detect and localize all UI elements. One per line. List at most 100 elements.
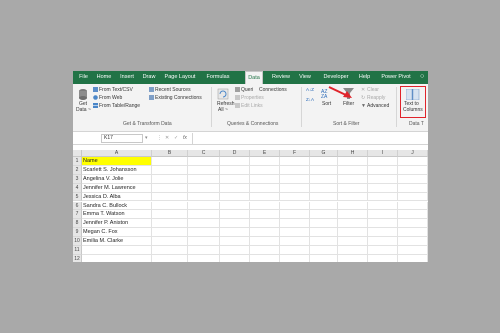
tab-insert[interactable]: Insert bbox=[116, 71, 138, 84]
cell-h7[interactable] bbox=[338, 210, 368, 220]
cell-g2[interactable] bbox=[310, 165, 338, 175]
cell-a7[interactable]: Emma T. Watson bbox=[82, 210, 152, 220]
row-header-10[interactable]: 10 bbox=[73, 237, 82, 246]
cell-d7[interactable] bbox=[220, 210, 250, 220]
cell-h1[interactable] bbox=[338, 157, 368, 166]
cell-e8[interactable] bbox=[250, 219, 280, 229]
cell-j12[interactable] bbox=[398, 254, 428, 262]
cell-c12[interactable] bbox=[188, 254, 220, 262]
cell-j4[interactable] bbox=[398, 183, 428, 193]
column-header-c[interactable]: C bbox=[188, 150, 220, 157]
cell-g7[interactable] bbox=[310, 210, 338, 220]
cell-f9[interactable] bbox=[280, 228, 310, 238]
cell-b9[interactable] bbox=[152, 228, 188, 238]
cell-a11[interactable] bbox=[82, 246, 152, 255]
cell-f5[interactable] bbox=[280, 192, 310, 202]
cell-a1[interactable]: Name bbox=[82, 157, 152, 166]
cell-e11[interactable] bbox=[250, 246, 280, 255]
cell-d4[interactable] bbox=[220, 183, 250, 193]
row-header-3[interactable]: 3 bbox=[73, 174, 82, 184]
row-header-6[interactable]: 6 bbox=[73, 201, 82, 211]
from-text-csv-button[interactable]: From Text/CSV bbox=[99, 87, 133, 93]
column-header-h[interactable]: H bbox=[338, 150, 368, 157]
cell-a2[interactable]: Scarlett S. Johansson bbox=[82, 165, 152, 175]
sort-button[interactable]: Sort bbox=[322, 101, 331, 107]
filter-button[interactable]: Filter bbox=[343, 101, 354, 107]
cell-c6[interactable] bbox=[188, 201, 220, 211]
cell-e6[interactable] bbox=[250, 201, 280, 211]
tab-help[interactable]: Help bbox=[356, 71, 373, 84]
column-header-b[interactable]: B bbox=[152, 150, 188, 157]
refresh-icon[interactable] bbox=[217, 88, 229, 100]
sort-az-icon[interactable]: A↓Z bbox=[306, 87, 314, 93]
cell-c7[interactable] bbox=[188, 210, 220, 220]
cell-a5[interactable]: Jessica D. Alba bbox=[82, 192, 152, 202]
recent-sources-button[interactable]: Recent Sources bbox=[155, 87, 191, 93]
column-header-f[interactable]: F bbox=[280, 150, 310, 157]
column-header-a[interactable]: A bbox=[82, 150, 152, 157]
cell-h6[interactable] bbox=[338, 201, 368, 211]
cell-i7[interactable] bbox=[368, 210, 398, 220]
cell-h8[interactable] bbox=[338, 219, 368, 229]
cell-h10[interactable] bbox=[338, 237, 368, 246]
cell-c4[interactable] bbox=[188, 183, 220, 193]
cell-i10[interactable] bbox=[368, 237, 398, 246]
cell-e4[interactable] bbox=[250, 183, 280, 193]
cell-i12[interactable] bbox=[368, 254, 398, 262]
cell-e7[interactable] bbox=[250, 210, 280, 220]
cell-e9[interactable] bbox=[250, 228, 280, 238]
database-icon[interactable] bbox=[78, 88, 88, 100]
cell-c11[interactable] bbox=[188, 246, 220, 255]
cell-d1[interactable] bbox=[220, 157, 250, 166]
cell-g3[interactable] bbox=[310, 174, 338, 184]
cell-g9[interactable] bbox=[310, 228, 338, 238]
insert-function-icon[interactable]: fx bbox=[183, 135, 187, 141]
cell-f12[interactable] bbox=[280, 254, 310, 262]
cell-j9[interactable] bbox=[398, 228, 428, 238]
cell-c5[interactable] bbox=[188, 192, 220, 202]
cell-c9[interactable] bbox=[188, 228, 220, 238]
cell-j3[interactable] bbox=[398, 174, 428, 184]
cell-g8[interactable] bbox=[310, 219, 338, 229]
cell-a9[interactable]: Megan C. Fox bbox=[82, 228, 152, 238]
formula-input[interactable] bbox=[194, 134, 426, 143]
sort-za-icon[interactable]: Z↓A bbox=[306, 97, 314, 103]
cell-h2[interactable] bbox=[338, 165, 368, 175]
cell-c10[interactable] bbox=[188, 237, 220, 246]
tab-data[interactable]: Data bbox=[245, 71, 263, 84]
clear-button[interactable]: Clear bbox=[367, 87, 379, 93]
cell-d2[interactable] bbox=[220, 165, 250, 175]
cell-b2[interactable] bbox=[152, 165, 188, 175]
column-header-j[interactable]: J bbox=[398, 150, 428, 157]
column-header-i[interactable]: I bbox=[368, 150, 398, 157]
cell-g10[interactable] bbox=[310, 237, 338, 246]
cell-j5[interactable] bbox=[398, 192, 428, 202]
cell-c8[interactable] bbox=[188, 219, 220, 229]
properties-button[interactable]: Properties bbox=[241, 95, 264, 101]
cell-a4[interactable]: Jennifer M. Lawrence bbox=[82, 183, 152, 193]
name-box[interactable]: K17 bbox=[101, 134, 143, 143]
tab-home[interactable]: Home bbox=[93, 71, 115, 84]
cell-f10[interactable] bbox=[280, 237, 310, 246]
cell-b6[interactable] bbox=[152, 201, 188, 211]
reapply-button[interactable]: Reapply bbox=[367, 95, 385, 101]
cell-f6[interactable] bbox=[280, 201, 310, 211]
existing-connections-button[interactable]: Existing Connections bbox=[155, 95, 202, 101]
cell-i6[interactable] bbox=[368, 201, 398, 211]
row-header-7[interactable]: 7 bbox=[73, 210, 82, 220]
tab-power-pivot[interactable]: Power Pivot bbox=[377, 71, 415, 84]
cell-d11[interactable] bbox=[220, 246, 250, 255]
cell-f2[interactable] bbox=[280, 165, 310, 175]
row-header-8[interactable]: 8 bbox=[73, 219, 82, 229]
row-header-2[interactable]: 2 bbox=[73, 165, 82, 175]
row-header-11[interactable]: 11 bbox=[73, 246, 82, 255]
tab-draw[interactable]: Draw bbox=[139, 71, 159, 84]
cell-i1[interactable] bbox=[368, 157, 398, 166]
cell-f11[interactable] bbox=[280, 246, 310, 255]
cell-c2[interactable] bbox=[188, 165, 220, 175]
cell-d9[interactable] bbox=[220, 228, 250, 238]
from-web-button[interactable]: From Web bbox=[99, 95, 122, 101]
cell-i4[interactable] bbox=[368, 183, 398, 193]
cell-i5[interactable] bbox=[368, 192, 398, 202]
cell-d3[interactable] bbox=[220, 174, 250, 184]
